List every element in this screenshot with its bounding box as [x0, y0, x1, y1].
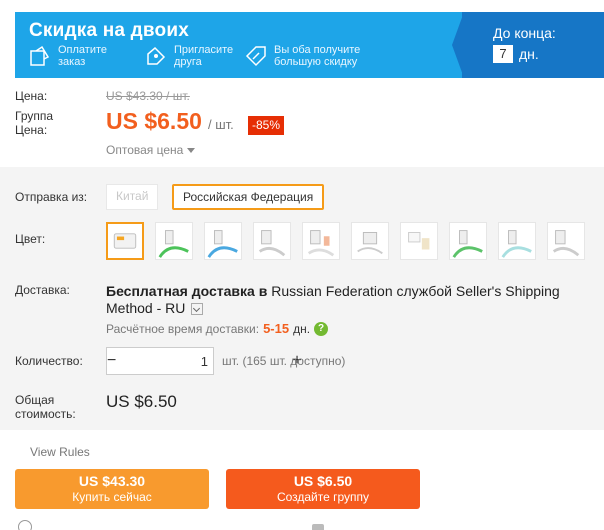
- color-swatch[interactable]: [400, 222, 438, 260]
- buy-now-label: Купить сейчас: [72, 490, 152, 504]
- invite-icon: [147, 46, 166, 65]
- create-group-label: Создайте группу: [276, 490, 370, 504]
- price-unit: / шт.: [208, 117, 234, 132]
- banner-step-text: Вы оба получите: [274, 44, 361, 56]
- group-price: US $6.50: [106, 108, 202, 134]
- total-price: US $6.50: [106, 392, 177, 411]
- deadline-label: До конца:: [493, 25, 556, 41]
- banner-step-text: заказ: [58, 56, 86, 68]
- group-discount-banner: Скидка на двоих Оплатите заказ Пригласите…: [15, 12, 604, 78]
- banner-step-text: Пригласите: [174, 44, 234, 56]
- delivery-method: Бесплатная доставка в Russian Federation…: [106, 283, 600, 317]
- chevron-down-icon: [187, 148, 196, 154]
- color-swatch[interactable]: [351, 222, 389, 260]
- help-icon[interactable]: ?: [314, 321, 329, 336]
- estimate-unit: дн.: [293, 321, 311, 336]
- pay-icon: [30, 45, 50, 66]
- ship-from-china[interactable]: Китай: [106, 184, 159, 210]
- shipping-dropdown-icon[interactable]: [191, 303, 204, 316]
- banner-title: Скидка на двоих: [29, 20, 189, 41]
- quantity-available: шт. (165 шт. доступно): [222, 354, 346, 368]
- wishlist-icon[interactable]: [18, 520, 32, 530]
- buy-now-button[interactable]: US $43.30 Купить сейчас: [15, 469, 209, 509]
- color-swatch[interactable]: [498, 222, 536, 260]
- color-swatch[interactable]: [155, 222, 193, 260]
- total-label: Общая стоимость:: [15, 393, 76, 421]
- estimate-days: 5-15: [263, 321, 290, 336]
- banner-step-pay: Оплатите заказ: [29, 44, 107, 68]
- discount-tag-icon: [245, 46, 266, 67]
- delivery-label: Доставка:: [15, 283, 70, 297]
- deadline-days-unit: дн.: [519, 46, 539, 62]
- view-rules-link[interactable]: View Rules: [30, 445, 90, 459]
- banner-step-text: друга: [174, 56, 202, 68]
- deadline-counter: 7 дн.: [493, 45, 539, 63]
- color-swatch[interactable]: [547, 222, 585, 260]
- delivery-estimate: Расчётное время доставки: 5-15 дн. ?: [106, 321, 329, 336]
- deadline-days-value: 7: [493, 45, 513, 63]
- estimate-label: Расчётное время доставки:: [106, 321, 260, 336]
- ship-from-label: Отправка из:: [15, 190, 88, 204]
- color-swatch[interactable]: [449, 222, 487, 260]
- buy-now-price: US $43.30: [78, 473, 146, 489]
- old-price: US $43.30 / шт.: [106, 89, 190, 103]
- color-swatches: [106, 222, 596, 260]
- ship-from-russia[interactable]: Российская Федерация: [172, 184, 325, 210]
- color-swatch[interactable]: [253, 222, 291, 260]
- wholesale-label: Оптовая цена: [106, 143, 184, 157]
- banner-step-text: Оплатите: [58, 44, 108, 56]
- banner-step-text: большую скидку: [274, 56, 358, 68]
- color-label: Цвет:: [15, 232, 46, 246]
- group-price-label: Группа Цена:: [15, 109, 54, 137]
- create-group-price: US $6.50: [293, 473, 353, 489]
- delivery-lead: Бесплатная доставка в: [106, 283, 268, 299]
- wholesale-price-toggle[interactable]: Оптовая цена: [106, 143, 196, 157]
- color-swatch[interactable]: [204, 222, 242, 260]
- top-strip: [0, 0, 604, 10]
- color-swatch[interactable]: [106, 222, 144, 260]
- quantity-decrease-button[interactable]: −: [107, 348, 116, 374]
- cart-icon[interactable]: [312, 524, 324, 530]
- color-swatch[interactable]: [302, 222, 340, 260]
- quantity-label: Количество:: [15, 354, 83, 368]
- quantity-stepper: − +: [106, 347, 302, 375]
- price-label: Цена:: [15, 89, 48, 103]
- banner-step-discount: Вы оба получите большую скидку: [245, 44, 360, 68]
- banner-step-invite: Пригласите друга: [145, 44, 233, 68]
- discount-badge: -85%: [248, 116, 285, 135]
- create-group-button[interactable]: US $6.50 Создайте группу: [226, 469, 420, 509]
